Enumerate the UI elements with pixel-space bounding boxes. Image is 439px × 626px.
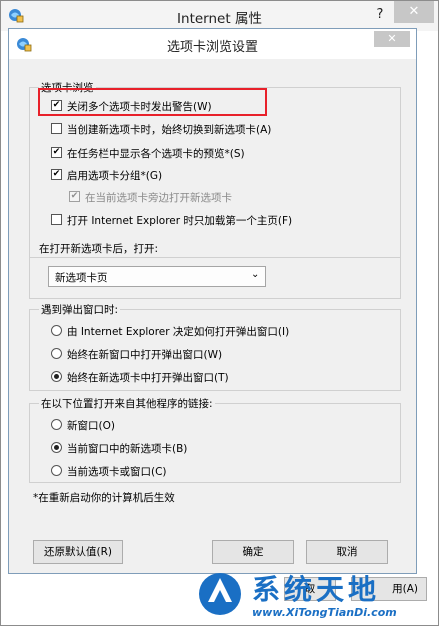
watermark-brand-name: 系统天地 bbox=[252, 573, 381, 606]
option-tab-grouping[interactable]: ✔ 启用选项卡分组*(G) bbox=[51, 168, 371, 182]
option-label: 新窗口(O) bbox=[67, 420, 115, 432]
popup-option-new-tab[interactable]: 始终在新选项卡中打开弹出窗口(T) bbox=[51, 370, 381, 384]
ok-button[interactable]: 确定 bbox=[212, 540, 294, 564]
option-label: 启用选项卡分组*(G) bbox=[67, 170, 163, 182]
checkbox-open-next-to-current: ✔ bbox=[69, 191, 80, 202]
option-label: 当前窗口中的新选项卡(B) bbox=[67, 443, 188, 455]
radio-new-tab[interactable] bbox=[51, 371, 62, 382]
radio-ie-decides[interactable] bbox=[51, 325, 62, 336]
radio-links-new-window[interactable] bbox=[51, 419, 62, 430]
checkbox-tab-grouping[interactable]: ✔ bbox=[51, 169, 62, 180]
option-label: 在当前选项卡旁边打开新选项卡 bbox=[85, 192, 232, 204]
option-label: 始终在新窗口中打开弹出窗口(W) bbox=[67, 349, 223, 361]
option-open-next-to-current: ✔ 在当前选项卡旁边打开新选项卡 bbox=[69, 190, 369, 204]
cancel-button[interactable]: 取消 bbox=[306, 540, 388, 564]
restore-defaults-button[interactable]: 还原默认值(R) bbox=[33, 540, 123, 564]
popup-option-new-window[interactable]: 始终在新窗口中打开弹出窗口(W) bbox=[51, 347, 381, 361]
checkbox-switch-new-tab[interactable] bbox=[51, 123, 62, 134]
outer-close-button[interactable]: ✕ bbox=[394, 1, 434, 23]
link-option-new-tab-current-window[interactable]: 当前窗口中的新选项卡(B) bbox=[51, 441, 351, 455]
radio-links-current[interactable] bbox=[51, 465, 62, 476]
link-option-current-tab-or-window[interactable]: 当前选项卡或窗口(C) bbox=[51, 464, 351, 478]
restart-note: *在重新启动你的计算机后生效 bbox=[33, 492, 175, 504]
chevron-down-icon: ⌄ bbox=[251, 269, 260, 280]
link-option-new-window[interactable]: 新窗口(O) bbox=[51, 418, 351, 432]
option-label: 当创建新选项卡时，始终切换到新选项卡(A) bbox=[67, 124, 272, 136]
dialog-title: 选项卡浏览设置 bbox=[166, 40, 258, 55]
option-label: 打开 Internet Explorer 时只加载第一个主页(F) bbox=[67, 215, 293, 227]
watermark-url: www.XiTongTianDi.com bbox=[252, 606, 397, 619]
new-tab-page-select[interactable]: 新选项卡页 ⌄ bbox=[48, 266, 266, 287]
option-label: 在任务栏中显示各个选项卡的预览*(S) bbox=[67, 148, 245, 160]
new-tab-label: 在打开新选项卡后，打开: bbox=[39, 241, 159, 256]
option-taskbar-preview[interactable]: ✔ 在任务栏中显示各个选项卡的预览*(S) bbox=[51, 146, 371, 160]
checkbox-load-first-home-page[interactable] bbox=[51, 214, 62, 225]
links-group-label: 在以下位置打开来自其他程序的链接: bbox=[39, 396, 215, 411]
outer-title-bar[interactable]: Internet 属性 ? ✕ bbox=[1, 1, 438, 31]
help-button[interactable]: ? bbox=[369, 5, 391, 25]
new-tab-select-value: 新选项卡页 bbox=[55, 272, 108, 284]
option-label: 当前选项卡或窗口(C) bbox=[67, 466, 167, 478]
radio-links-new-tab[interactable] bbox=[51, 442, 62, 453]
highlight-annotation-box bbox=[38, 88, 267, 116]
option-label: 由 Internet Explorer 决定如何打开弹出窗口(I) bbox=[67, 326, 290, 338]
outer-apply-label: 用(A) bbox=[392, 583, 418, 595]
option-load-first-home-page[interactable]: 打开 Internet Explorer 时只加载第一个主页(F) bbox=[51, 213, 391, 227]
popups-group-label: 遇到弹出窗口时: bbox=[39, 302, 121, 317]
dialog-title-bar[interactable]: 选项卡浏览设置 ✕ bbox=[9, 29, 416, 59]
checkbox-taskbar-preview[interactable]: ✔ bbox=[51, 147, 62, 158]
radio-new-window[interactable] bbox=[51, 348, 62, 359]
popup-option-ie-decides[interactable]: 由 Internet Explorer 决定如何打开弹出窗口(I) bbox=[51, 324, 381, 338]
option-label: 始终在新选项卡中打开弹出窗口(T) bbox=[67, 372, 229, 384]
dialog-close-button[interactable]: ✕ bbox=[374, 31, 410, 47]
watermark-logo-icon bbox=[199, 573, 241, 615]
option-switch-new-tab[interactable]: 当创建新选项卡时，始终切换到新选项卡(A) bbox=[51, 122, 371, 136]
